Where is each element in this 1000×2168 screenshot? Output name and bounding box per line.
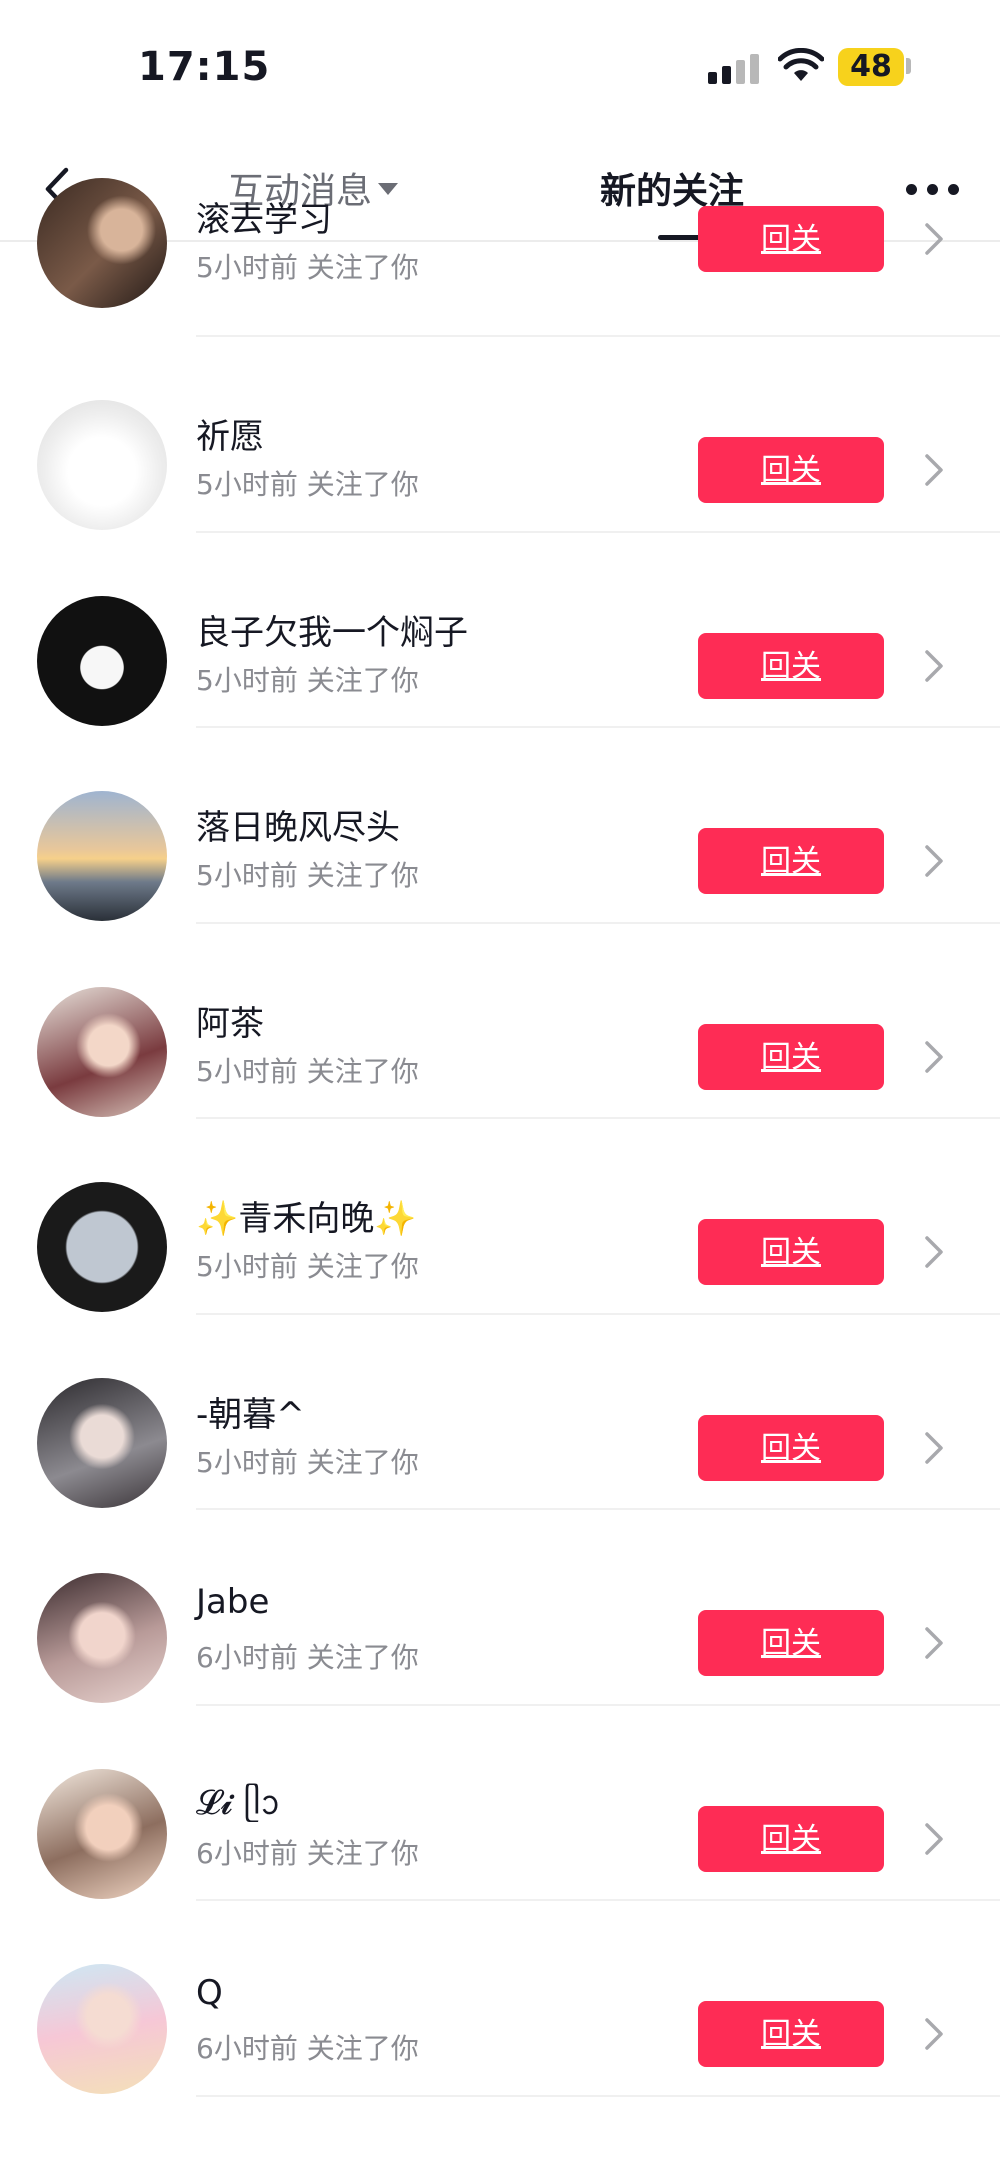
chevron-right-icon[interactable] xyxy=(924,1235,944,1269)
follow-time: 5小时前 关注了你 xyxy=(196,859,419,892)
follow-back-button[interactable]: 回关 xyxy=(698,828,884,894)
avatar[interactable] xyxy=(37,1964,167,2094)
list-item[interactable]: 落日晚风尽头 5小时前 关注了你 回关 xyxy=(0,728,1000,924)
list-item[interactable]: ✨青禾向晚✨ 5小时前 关注了你 回关 xyxy=(0,1119,1000,1315)
follow-back-button[interactable]: 回关 xyxy=(698,1414,884,1481)
follower-name: 良子欠我一个焖子 xyxy=(196,612,468,653)
follower-list: 滚去学习 5小时前 关注了你 回关 祈愿 5小时前 关注了你 回关 良子欠我一个… xyxy=(0,178,1000,2097)
chevron-right-icon[interactable] xyxy=(924,1822,944,1856)
chevron-right-icon[interactable] xyxy=(924,649,944,683)
follower-name: 祈愿 xyxy=(196,417,264,457)
avatar[interactable] xyxy=(37,1377,167,1508)
follow-time: 5小时前 关注了你 xyxy=(196,1054,419,1088)
follow-back-button[interactable]: 回关 xyxy=(698,2001,884,2067)
list-item[interactable]: 𝓛𝓲 ᥫᩣ 6小时前 关注了你 回关 xyxy=(0,1706,1000,1901)
follow-back-button[interactable]: 回关 xyxy=(698,1610,884,1676)
chevron-right-icon[interactable] xyxy=(924,1431,944,1465)
status-bar: 17:15 48 xyxy=(0,0,1000,140)
divider xyxy=(196,2094,1000,2097)
follower-name: Q xyxy=(196,1973,223,2013)
follow-time: 5小时前 关注了你 xyxy=(196,251,419,284)
follow-back-button[interactable]: 回关 xyxy=(698,1219,884,1285)
follow-time: 5小时前 关注了你 xyxy=(196,1250,419,1283)
avatar[interactable] xyxy=(37,1182,167,1312)
avatar[interactable] xyxy=(37,1768,167,1899)
avatar[interactable] xyxy=(37,400,167,530)
follower-name: 落日晚风尽头 xyxy=(196,808,400,848)
battery-icon: 48 xyxy=(838,48,904,86)
follow-time: 6小时前 关注了你 xyxy=(196,2032,419,2065)
wifi-icon xyxy=(778,48,824,81)
follower-name: 阿茶 xyxy=(196,1003,264,1044)
follower-name: Jabe xyxy=(196,1582,270,1622)
follow-time: 6小时前 关注了你 xyxy=(196,1641,419,1674)
avatar[interactable] xyxy=(37,791,167,921)
avatar[interactable] xyxy=(37,178,167,308)
avatar[interactable] xyxy=(37,595,167,726)
follow-back-button[interactable]: 回关 xyxy=(698,1805,884,1872)
avatar[interactable] xyxy=(37,986,167,1117)
list-item[interactable]: -朝暮^ 5小时前 关注了你 回关 xyxy=(0,1315,1000,1510)
chevron-right-icon[interactable] xyxy=(924,844,944,878)
battery-tip xyxy=(906,58,911,74)
follow-time: 6小时前 关注了你 xyxy=(196,1836,419,1870)
follow-time: 5小时前 关注了你 xyxy=(196,1445,419,1479)
chevron-right-icon[interactable] xyxy=(924,1040,944,1074)
follow-back-button[interactable]: 回关 xyxy=(698,437,884,503)
follow-time: 5小时前 关注了你 xyxy=(196,663,419,697)
follow-back-button[interactable]: 回关 xyxy=(698,632,884,699)
follow-back-button[interactable]: 回关 xyxy=(698,206,884,272)
follower-name: 𝓛𝓲 ᥫᩣ xyxy=(196,1782,281,1823)
chevron-right-icon[interactable] xyxy=(924,2017,944,2051)
chevron-right-icon[interactable] xyxy=(924,222,944,256)
list-item[interactable]: 阿茶 5小时前 关注了你 回关 xyxy=(0,924,1000,1119)
status-time: 17:15 xyxy=(138,44,271,90)
list-item[interactable]: 良子欠我一个焖子 5小时前 关注了你 回关 xyxy=(0,533,1000,728)
follower-name: -朝暮^ xyxy=(196,1394,305,1435)
chevron-right-icon[interactable] xyxy=(924,453,944,487)
list-item[interactable]: Jabe 6小时前 关注了你 回关 xyxy=(0,1510,1000,1706)
signal-icon xyxy=(708,52,762,84)
avatar[interactable] xyxy=(37,1573,167,1703)
list-item[interactable]: 滚去学习 5小时前 关注了你 回关 xyxy=(0,178,1000,337)
follower-name: ✨青禾向晚✨ xyxy=(196,1199,417,1239)
follower-name: 滚去学习 xyxy=(196,200,332,240)
chevron-right-icon[interactable] xyxy=(924,1626,944,1660)
list-item[interactable]: 祈愿 5小时前 关注了你 回关 xyxy=(0,337,1000,533)
follow-back-button[interactable]: 回关 xyxy=(698,1023,884,1090)
follow-time: 5小时前 关注了你 xyxy=(196,468,419,501)
list-item[interactable]: Q 6小时前 关注了你 回关 xyxy=(0,1901,1000,2097)
